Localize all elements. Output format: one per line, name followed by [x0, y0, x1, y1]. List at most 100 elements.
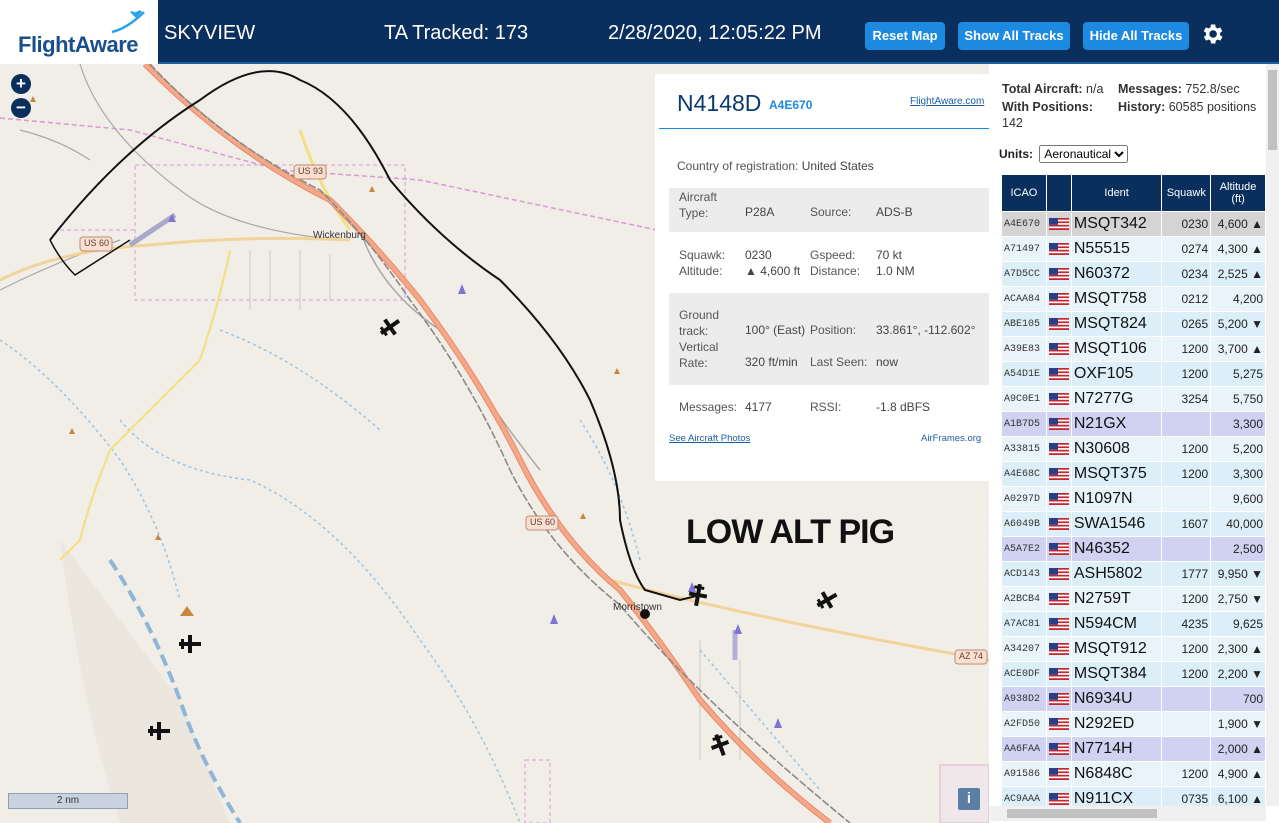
cell-flag	[1045, 386, 1072, 412]
cell-squawk: 0265	[1161, 311, 1212, 337]
units-select[interactable]: Aeronautical	[1039, 145, 1129, 163]
table-body: A4E670 MSQT342 0230 4,600 ▲ A71497 N55515 0274…	[1001, 211, 1266, 812]
us-flag-icon	[1048, 318, 1069, 331]
cell-icao: ACAA84	[1001, 286, 1047, 312]
map-info-button[interactable]: i	[958, 788, 980, 810]
label-us93: US 93	[298, 166, 324, 176]
cell-altitude: 4,900 ▲	[1210, 761, 1266, 787]
col-icao[interactable]: ICAO	[1001, 174, 1047, 212]
cell-icao: A6049B	[1001, 511, 1047, 537]
table-row[interactable]: AA6FAA N7714H 2,000 ▲	[1001, 736, 1266, 762]
table-row[interactable]: A0297D N1097N 9,600	[1001, 486, 1266, 512]
cell-squawk: 1200	[1161, 361, 1212, 387]
rssi-label: RSSI:	[810, 400, 842, 414]
cell-icao: A71497	[1001, 236, 1047, 262]
cell-flag	[1045, 661, 1072, 687]
cell-altitude: 3,700 ▲	[1210, 336, 1266, 362]
table-row[interactable]: A9C0E1 N7277G 3254 5,750	[1001, 386, 1266, 412]
table-row[interactable]: A71497 N55515 0274 4,300 ▲	[1001, 236, 1266, 262]
cell-flag	[1045, 411, 1072, 437]
cell-icao: AA6FAA	[1001, 736, 1047, 762]
gear-icon[interactable]	[1199, 21, 1225, 47]
cell-ident: N55515	[1070, 236, 1163, 262]
cell-altitude: 5,200 ▼	[1210, 311, 1266, 337]
cell-icao: A1B7D5	[1001, 411, 1047, 437]
table-row[interactable]: A2FD50 N292ED 1,900 ▼	[1001, 711, 1266, 737]
show-all-tracks-button[interactable]: Show All Tracks	[958, 22, 1070, 50]
reset-map-button[interactable]: Reset Map	[865, 22, 945, 50]
col-ident[interactable]: Ident	[1070, 174, 1163, 212]
table-row[interactable]: ACE0DF MSQT384 1200 2,200 ▼	[1001, 661, 1266, 687]
cell-ident: N7714H	[1070, 736, 1163, 762]
table-row[interactable]: A6049B SWA1546 1607 40,000	[1001, 511, 1266, 537]
table-row[interactable]: A91586 N6848C 1200 4,900 ▲	[1001, 761, 1266, 787]
aircraft-photos-link[interactable]: See Aircraft Photos	[669, 433, 750, 444]
cell-altitude: 2,750 ▼	[1210, 586, 1266, 612]
map-scale-bar: 2 nm	[8, 793, 128, 809]
col-altitude[interactable]: Altitude (ft)	[1210, 174, 1266, 212]
us-flag-icon	[1048, 643, 1069, 656]
cell-icao: ACE0DF	[1001, 661, 1047, 687]
cell-squawk	[1161, 486, 1212, 512]
last-seen-value: now	[876, 355, 899, 369]
messages-label: Messages:	[679, 400, 738, 414]
cell-altitude: 4,300 ▲	[1210, 236, 1266, 262]
cell-ident: MSQT384	[1070, 661, 1163, 687]
cell-altitude: 3,300	[1210, 461, 1266, 487]
rssi-value: -1.8 dBFS	[876, 400, 931, 414]
cell-squawk	[1161, 536, 1212, 562]
table-row[interactable]: A1B7D5 N21GX 3,300	[1001, 411, 1266, 437]
gspeed-label: Gspeed:	[810, 248, 856, 262]
horizontal-scroll-thumb[interactable]	[1007, 809, 1157, 818]
flightaware-link[interactable]: FlightAware.com	[910, 96, 984, 107]
airframes-link[interactable]: AirFrames.org	[921, 433, 981, 444]
sidebar-horizontal-scrollbar[interactable]	[989, 806, 1266, 821]
table-row[interactable]: ABE105 MSQT824 0265 5,200 ▼	[1001, 311, 1266, 337]
cell-squawk: 4235	[1161, 611, 1212, 637]
table-row[interactable]: A54D1E OXF105 1200 5,275	[1001, 361, 1266, 387]
col-squawk[interactable]: Squawk	[1161, 174, 1212, 212]
country-value: United States	[801, 159, 874, 173]
zoom-out-button[interactable]: −	[11, 98, 31, 118]
hide-all-tracks-button[interactable]: Hide All Tracks	[1083, 22, 1189, 50]
table-row[interactable]: A7AC81 N594CM 4235 9,625	[1001, 611, 1266, 637]
table-row[interactable]: A938D2 N6934U 700	[1001, 686, 1266, 712]
altitude-value: ▲ 4,600 ft	[745, 264, 801, 278]
total-aircraft-value: n/a	[1086, 82, 1104, 96]
table-row[interactable]: A5A7E2 N46352 2,500	[1001, 536, 1266, 562]
zoom-in-button[interactable]: +	[11, 74, 31, 94]
messages-rate-label: Messages:	[1118, 82, 1182, 96]
table-row[interactable]: A34207 MSQT912 1200 2,300 ▲	[1001, 636, 1266, 662]
table-row[interactable]: A4E68C MSQT375 1200 3,300	[1001, 461, 1266, 487]
table-row[interactable]: A33815 N30608 1200 5,200	[1001, 436, 1266, 462]
cell-ident: MSQT912	[1070, 636, 1163, 662]
us-flag-icon	[1048, 718, 1069, 731]
cell-icao: A54D1E	[1001, 361, 1047, 387]
position-value: 33.861°, -112.602°	[876, 323, 976, 337]
table-row[interactable]: A39E83 MSQT106 1200 3,700 ▲	[1001, 336, 1266, 362]
cell-altitude: 700	[1210, 686, 1266, 712]
us-flag-icon	[1048, 293, 1069, 306]
cell-squawk	[1161, 686, 1212, 712]
scrollbar-thumb[interactable]	[1268, 70, 1277, 150]
us-flag-icon	[1048, 543, 1069, 556]
cell-altitude: 5,200	[1210, 436, 1266, 462]
cell-squawk: 3254	[1161, 386, 1212, 412]
table-row[interactable]: ACAA84 MSQT758 0212 4,200	[1001, 286, 1266, 312]
us-flag-icon	[1048, 743, 1069, 756]
units-label: Units:	[999, 147, 1033, 161]
col-flag[interactable]	[1045, 174, 1072, 212]
flightaware-logo[interactable]: FlightAware	[0, 0, 158, 64]
cell-flag	[1045, 561, 1072, 587]
cell-squawk: 1200	[1161, 661, 1212, 687]
table-row[interactable]: A4E670 MSQT342 0230 4,600 ▲	[1001, 211, 1266, 237]
cell-ident: MSQT375	[1070, 461, 1163, 487]
cell-icao: A2FD50	[1001, 711, 1047, 737]
sidebar-scrollbar[interactable]	[1266, 64, 1279, 806]
cell-ident: SWA1546	[1070, 511, 1163, 537]
table-row[interactable]: A7D5CC N60372 0234 2,525 ▲	[1001, 261, 1266, 287]
table-row[interactable]: ACD143 ASH5802 1777 9,950 ▼	[1001, 561, 1266, 587]
us-flag-icon	[1048, 618, 1069, 631]
annotation-text: LOW ALT PIG	[686, 513, 895, 551]
table-row[interactable]: A2BCB4 N2759T 1200 2,750 ▼	[1001, 586, 1266, 612]
